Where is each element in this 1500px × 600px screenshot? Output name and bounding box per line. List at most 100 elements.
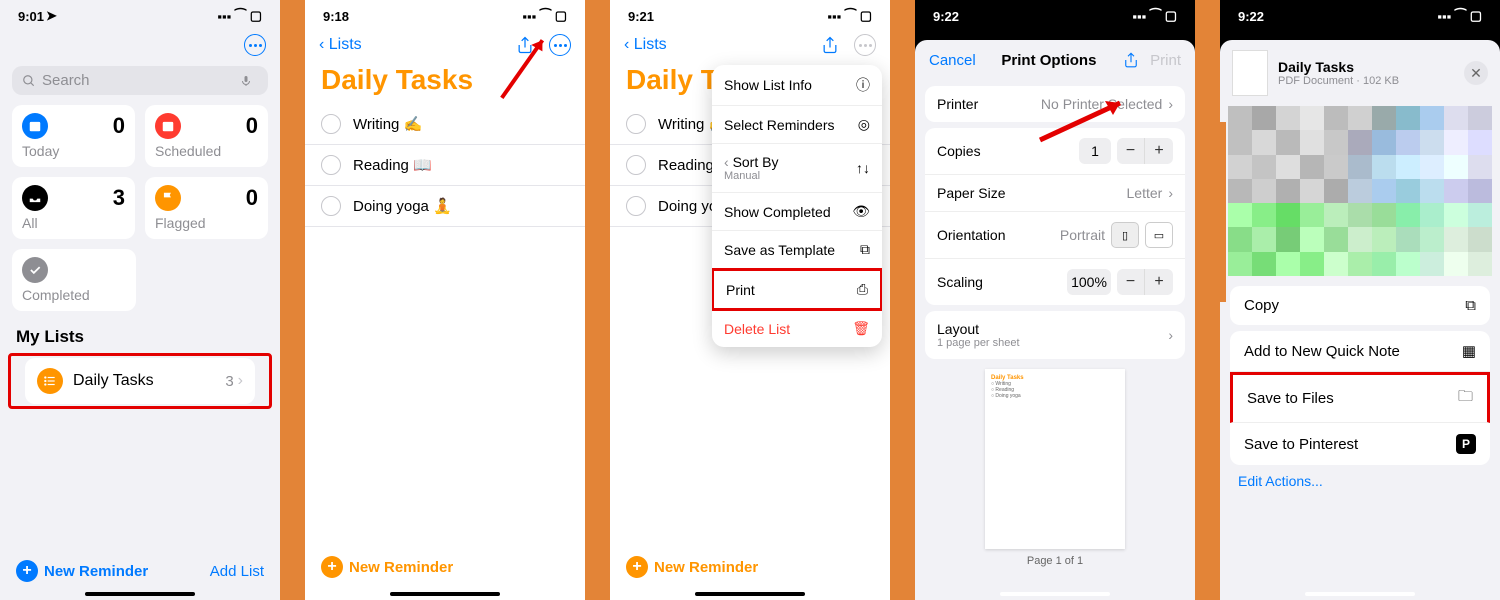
home-indicator[interactable]: [390, 592, 500, 596]
completed-card[interactable]: Completed: [12, 249, 136, 311]
home-indicator[interactable]: [1000, 592, 1110, 596]
status-bar: 9:01➤ ▪▪▪ ⁀ ▢: [0, 0, 280, 28]
quick-note-action[interactable]: Add to New Quick Note▦: [1230, 331, 1490, 372]
scaling-stepper[interactable]: −+: [1117, 269, 1173, 295]
screen-print-options: 9:22 ▪▪▪⁀▢ Cancel Print Options Print Pr…: [915, 0, 1195, 600]
home-indicator[interactable]: [85, 592, 195, 596]
checkbox[interactable]: [321, 196, 341, 216]
task-label: Writing ✍️: [353, 115, 422, 133]
copy-icon: ⧉: [1465, 297, 1476, 314]
print-button[interactable]: Print: [1150, 52, 1181, 69]
note-icon: ▦: [1462, 342, 1476, 360]
close-button[interactable]: ✕: [1464, 61, 1488, 85]
annotation-bar: [1220, 122, 1226, 302]
screen-share-sheet: 9:22 ▪▪▪⁀▢ Daily Tasks PDF Document · 10…: [1220, 0, 1500, 600]
inbox-icon: [28, 191, 42, 205]
list-icon: [43, 374, 57, 388]
menu-save-template[interactable]: Save as Template⧉: [712, 231, 882, 269]
list-daily-tasks[interactable]: Daily Tasks 3 ›: [25, 358, 255, 404]
new-reminder-button[interactable]: +New Reminder: [16, 560, 148, 582]
info-icon: ⓘ: [856, 75, 870, 95]
airdrop-contacts-row[interactable]: [1228, 106, 1492, 276]
calendar-icon: [161, 119, 175, 133]
share-icon[interactable]: [820, 34, 840, 56]
calendar-icon: [28, 119, 42, 133]
annotation-arrow: [1035, 95, 1135, 145]
mic-icon[interactable]: [240, 73, 252, 89]
task-label: Doing yoga 🧘: [353, 197, 452, 215]
add-list-button[interactable]: Add List: [210, 563, 264, 580]
search-input[interactable]: Search: [12, 66, 268, 95]
flag-icon: [161, 191, 175, 205]
back-button[interactable]: ‹ Lists: [319, 36, 362, 54]
sort-icon: ↑↓: [856, 160, 870, 176]
status-bar: 9:18 ▪▪▪⁀▢: [305, 0, 585, 28]
status-bar: 9:22 ▪▪▪⁀▢: [1220, 0, 1500, 28]
copy-action[interactable]: Copy⧉: [1230, 286, 1490, 325]
signal-icon: ▪▪▪: [217, 9, 231, 24]
checkbox[interactable]: [321, 155, 341, 175]
home-indicator[interactable]: [695, 592, 805, 596]
task-row[interactable]: Doing yoga 🧘: [305, 186, 585, 227]
search-placeholder: Search: [42, 72, 90, 89]
menu-show-completed[interactable]: Show Completed👁: [712, 193, 882, 231]
wifi-icon: ⁀: [235, 8, 245, 24]
chevron-left-icon: ‹: [724, 154, 733, 170]
time: 9:22: [933, 9, 959, 24]
page-indicator: Page 1 of 1: [915, 555, 1195, 567]
context-menu: Show List Infoⓘ Select Reminders◎ ‹ Sort…: [712, 65, 882, 347]
time: 9:01: [18, 9, 44, 24]
status-bar: 9:21 ▪▪▪⁀▢: [610, 0, 890, 28]
edit-actions-button[interactable]: Edit Actions...: [1238, 473, 1482, 489]
landscape-button[interactable]: ▭: [1145, 222, 1173, 248]
flagged-card[interactable]: 0 Flagged: [145, 177, 268, 239]
layout-row[interactable]: Layout1 page per sheet›: [925, 311, 1185, 359]
pinterest-action[interactable]: Save to PinterestP: [1230, 423, 1490, 465]
scheduled-card[interactable]: 0 Scheduled: [145, 105, 268, 167]
eye-icon: 👁: [852, 203, 870, 220]
time: 9:18: [323, 9, 349, 24]
menu-delete-list[interactable]: Delete List🗑: [712, 310, 882, 347]
more-button[interactable]: [854, 34, 876, 56]
home-indicator[interactable]: [1305, 592, 1415, 596]
today-card[interactable]: 0 Today: [12, 105, 135, 167]
document-title: Daily Tasks: [1278, 59, 1399, 75]
all-card[interactable]: 3 All: [12, 177, 135, 239]
trash-icon: 🗑: [852, 320, 870, 337]
checkbox[interactable]: [321, 114, 341, 134]
menu-show-list-info[interactable]: Show List Infoⓘ: [712, 65, 882, 106]
task-row[interactable]: Writing ✍️: [305, 104, 585, 145]
template-icon: ⧉: [860, 241, 870, 258]
new-reminder-button[interactable]: +New Reminder: [626, 556, 758, 578]
check-circle-icon: ◎: [858, 116, 870, 133]
location-icon: ➤: [46, 8, 57, 24]
screen-list-menu: 9:21 ▪▪▪⁀▢ ‹ Lists Daily Tas Writing ✍️ …: [610, 0, 890, 600]
menu-select-reminders[interactable]: Select Reminders◎: [712, 106, 882, 144]
menu-sort-by[interactable]: ‹ Sort ByManual↑↓: [712, 144, 882, 193]
status-icons: ▪▪▪⁀▢: [522, 8, 567, 24]
print-preview[interactable]: Daily Tasks ○ Writing ○ Reading ○ Doing …: [985, 369, 1125, 549]
status-bar: 9:22 ▪▪▪⁀▢: [915, 0, 1195, 28]
check-icon: [28, 263, 42, 277]
plus-button[interactable]: +: [1145, 138, 1173, 164]
task-label: Reading 📖: [353, 156, 432, 174]
paper-size-row[interactable]: Paper SizeLetter›: [925, 175, 1185, 212]
printer-icon: ⎙: [857, 281, 868, 298]
search-icon: [22, 74, 36, 88]
status-icons: ▪▪▪ ⁀ ▢: [217, 8, 262, 24]
orientation-row: OrientationPortrait▯▭: [925, 212, 1185, 259]
document-subtitle: PDF Document · 102 KB: [1278, 75, 1399, 87]
new-reminder-button[interactable]: +New Reminder: [321, 556, 453, 578]
share-icon[interactable]: [1122, 50, 1140, 70]
task-row[interactable]: Reading 📖: [305, 145, 585, 186]
menu-print[interactable]: Print⎙: [712, 268, 882, 311]
cancel-button[interactable]: Cancel: [929, 52, 976, 69]
back-button[interactable]: ‹ Lists: [624, 36, 667, 54]
portrait-button[interactable]: ▯: [1111, 222, 1139, 248]
pinterest-icon: P: [1456, 434, 1476, 454]
more-button[interactable]: [244, 34, 266, 56]
screen-reminders-home: 9:01➤ ▪▪▪ ⁀ ▢ Search 0 Today 0 Scheduled…: [0, 0, 280, 600]
scaling-value[interactable]: 100%: [1067, 269, 1111, 295]
save-to-files-action[interactable]: Save to Files🗀: [1230, 372, 1490, 423]
chevron-right-icon: ›: [1168, 96, 1173, 112]
